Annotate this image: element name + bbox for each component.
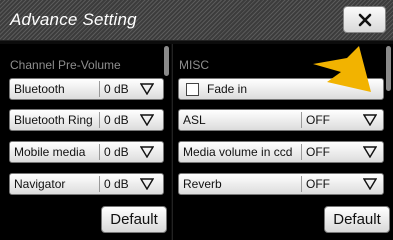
row-label: Navigator [14, 177, 66, 191]
row-value: OFF [306, 113, 330, 127]
dropdown-triangle-icon [140, 114, 154, 126]
checkbox-label: Fade in [207, 82, 248, 96]
window-title: Advance Setting [10, 10, 137, 29]
dropdown-bluetooth[interactable]: Bluetooth 0 dB [9, 78, 164, 100]
dropdown-bluetooth-ring[interactable]: Bluetooth Ring 0 dB [9, 109, 164, 131]
dropdown-media-volume-in-ccd[interactable]: Media volume in ccd OFF [178, 141, 384, 163]
row-value: OFF [306, 177, 330, 191]
row-value: 0 dB [104, 177, 129, 191]
default-button-right[interactable]: Default [324, 206, 390, 233]
close-button[interactable] [343, 6, 386, 33]
dropdown-triangle-icon [140, 146, 154, 158]
dropdown-reverb[interactable]: Reverb OFF [178, 173, 384, 195]
close-x-icon [358, 13, 371, 26]
row-label: ASL [183, 113, 206, 127]
dropdown-asl[interactable]: ASL OFF [178, 109, 384, 131]
section-title-misc: MISC [179, 58, 209, 72]
row-value: 0 dB [104, 113, 129, 127]
fade-in-checkbox[interactable] [186, 82, 199, 96]
title-bar: Advance Setting [0, 0, 393, 41]
dropdown-triangle-icon [140, 83, 154, 95]
row-label: Mobile media [14, 145, 86, 159]
row-label: Reverb [183, 177, 222, 191]
dropdown-mobile-media[interactable]: Mobile media 0 dB [9, 141, 164, 163]
row-label: Bluetooth [14, 82, 65, 96]
dropdown-triangle-icon [363, 178, 377, 190]
dropdown-triangle-icon [363, 146, 377, 158]
row-label: Media volume in ccd [183, 145, 293, 159]
channel-pre-volume-panel: Channel Pre-Volume Bluetooth 0 dB Blueto… [0, 44, 171, 240]
row-label: Bluetooth Ring [14, 113, 93, 127]
section-title-channel-pre-volume: Channel Pre-Volume [10, 58, 121, 72]
dropdown-triangle-icon [140, 178, 154, 190]
pointer-arrow-icon [313, 46, 371, 92]
row-value: 0 dB [104, 145, 129, 159]
scrollbar-left[interactable] [164, 46, 169, 76]
row-value: 0 dB [104, 82, 129, 96]
scrollbar-right[interactable] [386, 46, 391, 91]
dropdown-navigator[interactable]: Navigator 0 dB [9, 173, 164, 195]
dropdown-triangle-icon [363, 114, 377, 126]
default-button-left[interactable]: Default [101, 206, 167, 233]
row-value: OFF [306, 145, 330, 159]
